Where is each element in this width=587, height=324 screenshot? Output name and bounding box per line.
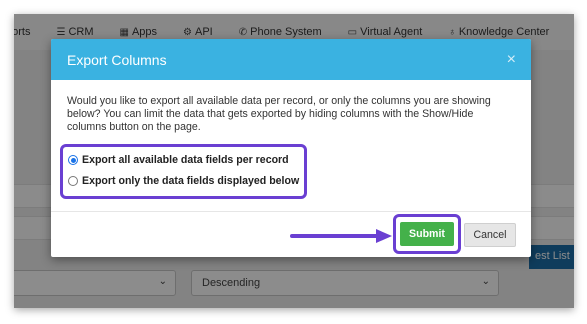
export-all-option[interactable]: Export all available data fields per rec…: [68, 154, 289, 166]
submit-button[interactable]: Submit: [400, 222, 454, 246]
export-displayed-option[interactable]: Export only the data fields displayed be…: [68, 175, 299, 187]
submit-highlight: Submit: [393, 214, 461, 254]
modal-body: Would you like to export all available d…: [51, 80, 531, 134]
export-all-label: Export all available data fields per rec…: [82, 154, 289, 166]
export-option-group: Export all available data fields per rec…: [60, 144, 307, 199]
arrow-icon: [290, 229, 392, 243]
export-all-radio[interactable]: [68, 155, 78, 165]
modal-title: Export Columns: [67, 51, 167, 68]
export-displayed-radio[interactable]: [68, 176, 78, 186]
modal-description: Would you like to export all available d…: [67, 95, 491, 133]
cancel-button[interactable]: Cancel: [464, 223, 516, 247]
export-displayed-label: Export only the data fields displayed be…: [82, 175, 300, 187]
export-columns-dialog: Export Columns × Would you like to expor…: [51, 39, 531, 257]
close-icon[interactable]: ×: [507, 51, 516, 69]
modal-header: Export Columns ×: [51, 39, 531, 80]
